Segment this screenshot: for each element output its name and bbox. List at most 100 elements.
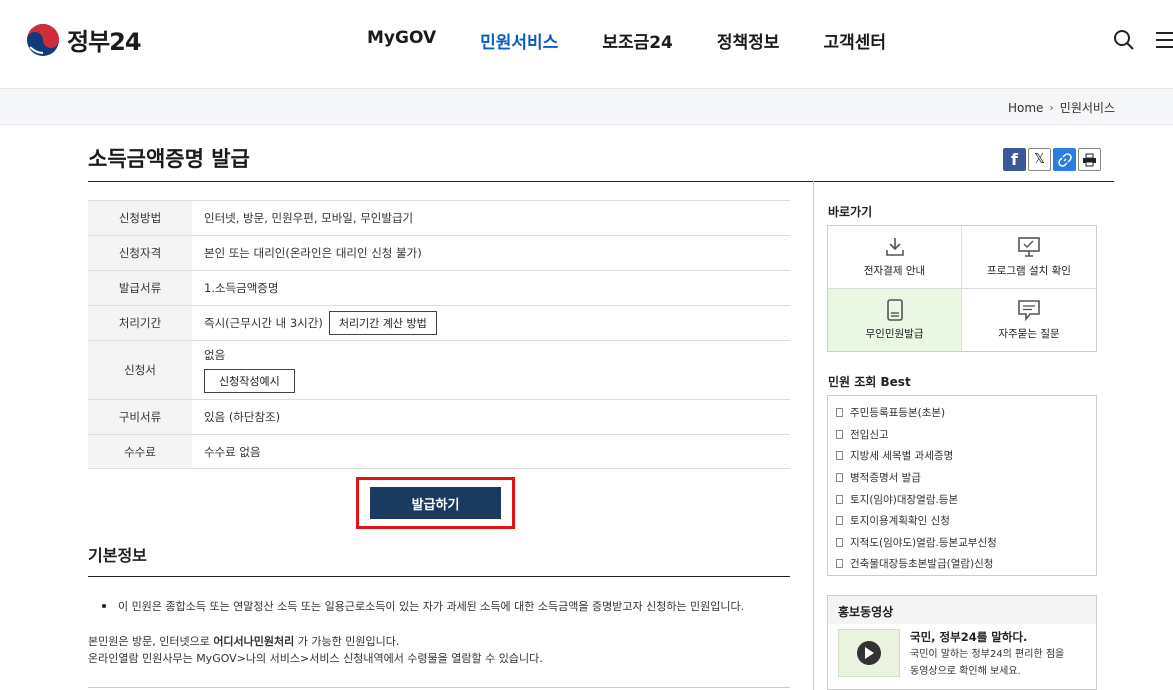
table-row: 신청방법 인터넷, 방문, 민원우편, 모바일, 무인발급기	[88, 201, 790, 236]
document-icon	[836, 408, 843, 418]
document-value: 1.소득금액증명	[204, 281, 279, 295]
period-value: 즉시(근무시간 내 3시간)	[204, 316, 323, 330]
basic-info-bullet: 이 민원은 종합소득 또는 연말정산 소득 또는 일용근로소득이 있는 자가 과…	[88, 598, 790, 615]
line1-bold: 어디서나민원처리	[213, 635, 295, 648]
play-icon[interactable]	[857, 641, 881, 665]
form-cell: 없음 신청작성예시	[192, 341, 790, 399]
method-label: 신청방법	[88, 201, 192, 235]
list-item[interactable]: 지적도(임야도)열람.등본교부신청	[828, 532, 1096, 554]
promo-video-thumbnail[interactable]	[838, 629, 900, 677]
content-divider	[88, 687, 790, 688]
chevron-right-icon: ›	[1049, 101, 1054, 114]
list-item[interactable]: 토지이용계획확인 신청	[828, 510, 1096, 532]
taegeuk-logo-icon	[26, 22, 60, 57]
table-row: 신청서 없음 신청작성예시	[88, 341, 790, 400]
site-header: 정부24 MyGOV 민원서비스 보조금24 정책정보 고객센터	[0, 0, 1173, 88]
nav-civil-service[interactable]: 민원서비스	[480, 28, 558, 53]
form-value: 없음	[204, 348, 226, 362]
promo-description: 국민이 말하는 정부24의 편리한 점을 동영상으로 확인해 보세요.	[910, 646, 1090, 680]
quick-link-label: 프로그램 설치 확인	[987, 264, 1071, 277]
period-calc-button[interactable]: 처리기간 계산 방법	[328, 311, 437, 335]
quick-link-label: 자주묻는 질문	[998, 327, 1060, 340]
quick-link-payment[interactable]: 전자결제 안내	[828, 226, 962, 289]
list-item[interactable]: 토지(임야)대장열람.등본	[828, 488, 1096, 510]
qualification-value: 본인 또는 대리인(온라인은 대리인 신청 불가)	[204, 246, 422, 260]
document-icon	[836, 516, 843, 526]
quick-links: 전자결제 안내 프로그램 설치 확인 무인민원발급 자주묻는 질문	[827, 225, 1097, 352]
main-nav: MyGOV 민원서비스 보조금24 정책정보 고객센터	[367, 28, 930, 53]
best-item-label: 지적도(임야도)열람.등본교부신청	[850, 536, 997, 549]
info-table: 신청방법 인터넷, 방문, 민원우편, 모바일, 무인발급기 신청자격 본인 또…	[88, 200, 790, 469]
breadcrumb-current[interactable]: 민원서비스	[1060, 99, 1115, 116]
best-item-label: 주민등록표등본(초본)	[850, 407, 946, 420]
menu-icon[interactable]	[1154, 30, 1173, 50]
qualification-label: 신청자격	[88, 236, 192, 270]
best-list: 주민등록표등본(초본) 전입신고 지방세 세목별 과세증명 병적증명서 발급 토…	[827, 395, 1097, 576]
document-icon	[836, 494, 843, 504]
list-item[interactable]: 주민등록표등본(초본)	[828, 402, 1096, 424]
best-item-label: 토지이용계획확인 신청	[850, 515, 950, 528]
page-title: 소득금액증명 발급	[88, 147, 250, 171]
form-label: 신청서	[88, 341, 192, 399]
period-label: 처리기간	[88, 306, 192, 340]
required-label: 구비서류	[88, 400, 192, 434]
nav-support[interactable]: 고객센터	[823, 28, 886, 53]
best-item-label: 전입신고	[850, 428, 889, 441]
promo-headline[interactable]: 국민, 정부24를 말하다.	[910, 629, 1027, 645]
facebook-icon[interactable]: f	[1003, 148, 1026, 171]
nav-mygov[interactable]: MyGOV	[367, 28, 436, 53]
quick-links-title: 바로가기	[828, 205, 873, 219]
quick-link-faq[interactable]: 자주묻는 질문	[962, 289, 1096, 352]
line1-suffix: 가 가능한 민원입니다.	[294, 635, 400, 648]
apply-button[interactable]: 발급하기	[370, 487, 501, 519]
search-icon[interactable]	[1112, 28, 1136, 52]
basic-info-body: 이 민원은 종합소득 또는 연말정산 소득 또는 일용근로소득이 있는 자가 과…	[88, 598, 790, 667]
quick-link-program[interactable]: 프로그램 설치 확인	[962, 226, 1096, 289]
print-icon[interactable]	[1078, 148, 1101, 171]
table-row: 구비서류 있음 (하단참조)	[88, 400, 790, 435]
document-icon	[836, 537, 843, 547]
breadcrumb-bar: Home › 민원서비스	[0, 88, 1173, 125]
table-row: 수수료 수수료 없음	[88, 435, 790, 469]
basic-info-line2: 온라인열람 민원사무는 MyGOV>나의 서비스>서비스 신청내역에서 수령물을…	[88, 652, 543, 665]
document-label: 발급서류	[88, 271, 192, 305]
form-example-button[interactable]: 신청작성예시	[204, 369, 295, 393]
x-icon[interactable]: 𝕏	[1028, 148, 1051, 171]
link-icon[interactable]	[1053, 148, 1076, 171]
nav-policy[interactable]: 정책정보	[717, 28, 780, 53]
quick-link-label: 무인민원발급	[865, 327, 924, 340]
nav-subsidy[interactable]: 보조금24	[602, 28, 673, 53]
list-item[interactable]: 지방세 세목별 과세증명	[828, 445, 1096, 467]
best-title: 민원 조회 Best	[828, 375, 911, 389]
document-icon	[836, 473, 843, 483]
basic-info-line1: 본민원은 방문, 인터넷으로 어디서나민원처리 가 가능한 민원입니다.	[88, 633, 790, 650]
breadcrumb-home[interactable]: Home	[1008, 101, 1043, 115]
quick-link-label: 전자결제 안내	[863, 264, 926, 277]
chat-icon	[1018, 299, 1040, 321]
list-item[interactable]: 건축물대장등초본발급(열람)신청	[828, 553, 1096, 575]
table-row: 처리기간 즉시(근무시간 내 3시간) 처리기간 계산 방법	[88, 306, 790, 341]
basic-info-title: 기본정보	[88, 546, 147, 565]
fee-value: 수수료 없음	[204, 444, 261, 459]
site-logo[interactable]: 정부24	[26, 22, 142, 57]
quick-link-kiosk[interactable]: 무인민원발급	[828, 288, 962, 351]
sidebar-divider	[813, 181, 814, 690]
download-icon	[885, 237, 904, 256]
line1-text: 본민원은 방문, 인터넷으로	[88, 635, 214, 648]
list-item[interactable]: 전입신고	[828, 424, 1096, 446]
promo-video-box: 홍보동영상 국민, 정부24를 말하다. 국민이 말하는 정부24의 편리한 점…	[827, 595, 1097, 690]
document-icon	[836, 559, 843, 569]
table-row: 발급서류 1.소득금액증명	[88, 271, 790, 306]
list-item[interactable]: 병적증명서 발급	[828, 467, 1096, 489]
promo-desc-line2: 동영상으로 확인해 보세요.	[910, 666, 1021, 677]
share-toolbar: f 𝕏	[1003, 148, 1103, 171]
monitor-icon	[1018, 236, 1040, 257]
logo-text: 정부24	[67, 28, 142, 56]
promo-title: 홍보동영상	[828, 596, 1096, 624]
document-icon	[836, 451, 843, 461]
table-row: 신청자격 본인 또는 대리인(온라인은 대리인 신청 불가)	[88, 236, 790, 271]
section-divider	[88, 576, 790, 577]
best-item-label: 건축물대장등초본발급(열람)신청	[850, 558, 994, 571]
period-cell: 즉시(근무시간 내 3시간) 처리기간 계산 방법	[192, 306, 790, 340]
title-divider	[88, 181, 1114, 182]
